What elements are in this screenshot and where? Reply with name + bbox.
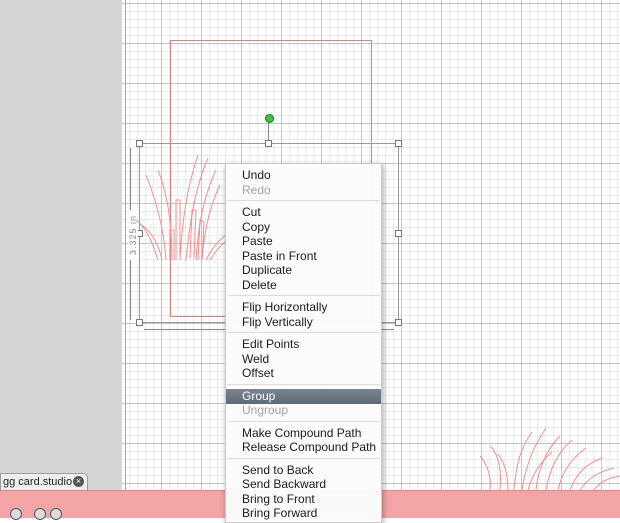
menu-item-bring-to-front[interactable]: Bring to Front bbox=[226, 492, 381, 506]
menu-item-flip-horizontally[interactable]: Flip Horizontally bbox=[226, 300, 381, 314]
document-tab-label: gg card.studio bbox=[3, 476, 73, 488]
menu-item-delete[interactable]: Delete bbox=[226, 278, 381, 292]
menu-item-flip-vertically[interactable]: Flip Vertically bbox=[226, 315, 381, 329]
resize-handle-bottom-right[interactable] bbox=[395, 319, 402, 326]
menu-item-bring-forward[interactable]: Bring Forward bbox=[226, 506, 381, 520]
page-icon[interactable] bbox=[10, 508, 22, 520]
menu-item-redo[interactable]: Redo bbox=[226, 183, 381, 197]
close-icon[interactable]: × bbox=[73, 476, 84, 487]
resize-handle-top-right[interactable] bbox=[395, 140, 402, 147]
grass-shape[interactable] bbox=[480, 418, 620, 490]
menu-item-edit-points[interactable]: Edit Points bbox=[226, 337, 381, 351]
menu-item-cut[interactable]: Cut bbox=[226, 205, 381, 219]
menu-item-ungroup[interactable]: Ungroup bbox=[226, 403, 381, 417]
resize-handle-top[interactable] bbox=[265, 140, 272, 147]
menu-item-make-compound-path[interactable]: Make Compound Path bbox=[226, 426, 381, 440]
context-menu: Undo Redo Cut Copy Paste Paste in Front Duplic… bbox=[225, 163, 382, 523]
menu-separator bbox=[227, 383, 380, 385]
menu-separator bbox=[227, 200, 380, 201]
resize-handle-right[interactable] bbox=[395, 230, 402, 237]
rotate-stem bbox=[268, 122, 269, 142]
bottom-toolbar-icons bbox=[2, 508, 66, 520]
document-tab[interactable]: gg card.studio × bbox=[0, 473, 88, 490]
menu-item-paste-in-front[interactable]: Paste in Front bbox=[226, 249, 381, 263]
menu-item-group[interactable]: Group bbox=[226, 388, 381, 404]
menu-separator bbox=[227, 457, 380, 459]
menu-separator bbox=[227, 420, 380, 422]
menu-separator bbox=[227, 295, 380, 296]
menu-item-undo[interactable]: Undo bbox=[226, 168, 381, 182]
menu-item-send-backward[interactable]: Send Backward bbox=[226, 477, 381, 491]
cutting-mat-edge bbox=[125, 0, 126, 490]
menu-item-offset[interactable]: Offset bbox=[226, 366, 381, 380]
resize-handle-bottom-left[interactable] bbox=[136, 319, 143, 326]
menu-item-weld[interactable]: Weld bbox=[226, 352, 381, 366]
left-panel bbox=[0, 0, 123, 490]
menu-item-duplicate[interactable]: Duplicate bbox=[226, 263, 381, 277]
menu-item-release-compound-path[interactable]: Release Compound Path bbox=[226, 440, 381, 454]
zoom-icon[interactable] bbox=[34, 508, 46, 520]
menu-item-copy[interactable]: Copy bbox=[226, 220, 381, 234]
target-icon[interactable] bbox=[50, 508, 62, 520]
menu-separator bbox=[227, 332, 380, 333]
menu-item-paste[interactable]: Paste bbox=[226, 234, 381, 248]
menu-item-send-to-back[interactable]: Send to Back bbox=[226, 463, 381, 477]
rotate-handle-icon[interactable] bbox=[265, 114, 274, 123]
